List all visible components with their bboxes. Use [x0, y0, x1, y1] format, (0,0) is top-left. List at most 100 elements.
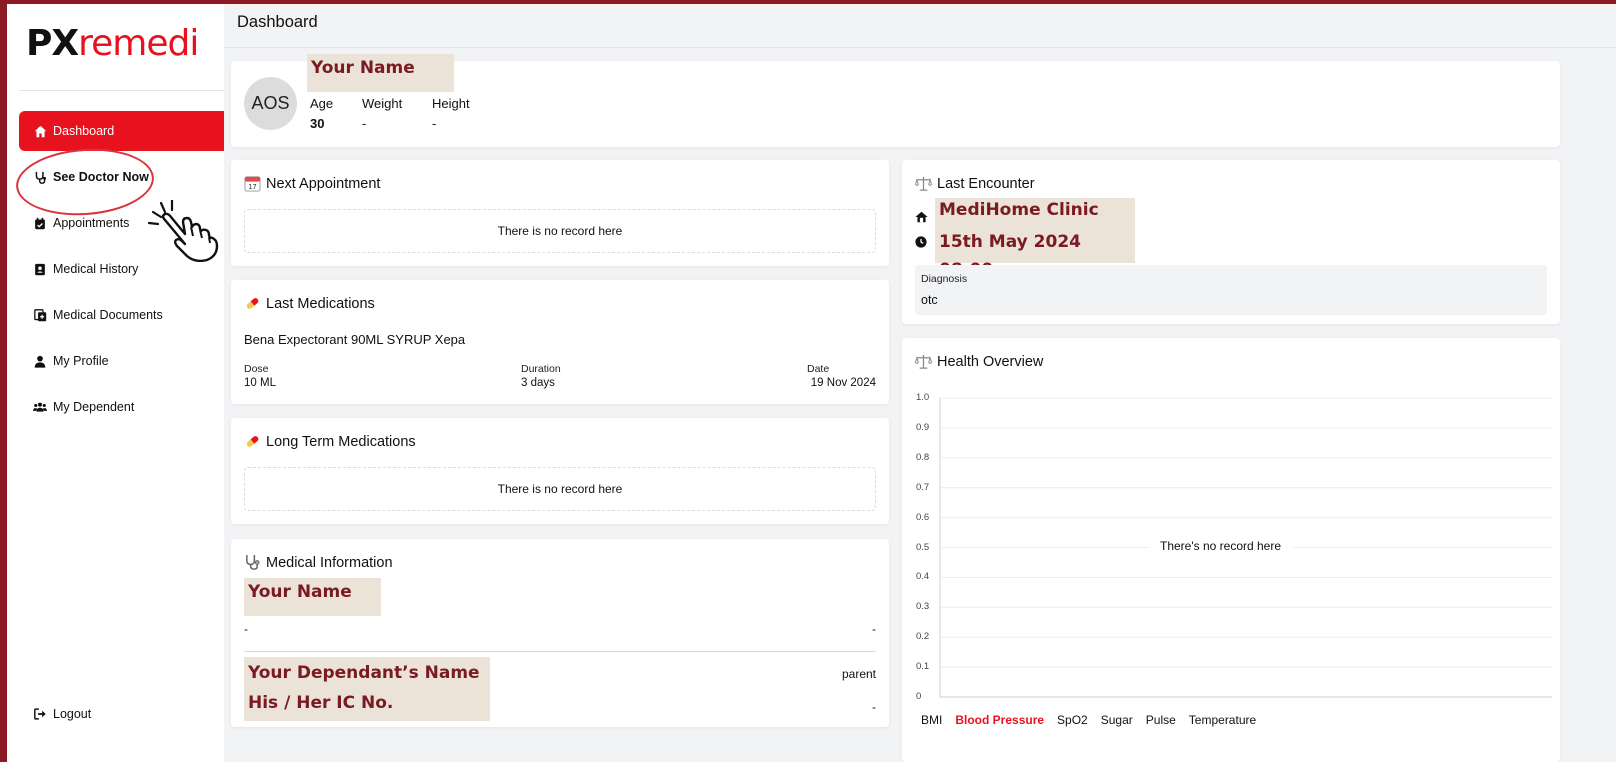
logout-icon [33, 707, 47, 721]
info-value-right: - [872, 622, 876, 636]
dependant-info: Your Dependant’s Name His / Her IC No. [244, 657, 490, 721]
y-tick-label: 0.3 [916, 601, 930, 613]
diagnosis-value: otc [921, 293, 938, 307]
card-title: Long Term Medications [244, 433, 416, 450]
sidebar: PXremedi Dashboard See Doctor Now Appoin… [7, 4, 224, 762]
pill-icon [244, 295, 261, 312]
empty-state: There is no record here [244, 467, 876, 511]
logout-button[interactable]: Logout [19, 694, 224, 734]
age-value: 30 [310, 116, 325, 131]
pointing-hand-icon [147, 200, 219, 262]
scale-icon [915, 175, 932, 192]
weight-label: Weight [362, 96, 403, 111]
sidebar-item-label: Medical History [53, 262, 139, 276]
diagnosis-label: Diagnosis [921, 273, 968, 285]
profile-name: Your Name [307, 54, 454, 92]
height-value: - [432, 116, 437, 131]
duration-value: 3 days [521, 377, 555, 389]
clinic-name: MediHome Clinic [939, 200, 1099, 220]
last-medications-card: Last Medications Bena Expectorant 90ML S… [231, 280, 889, 404]
card-title-text: Long Term Medications [266, 433, 416, 450]
clinic-icon [915, 210, 928, 228]
logo[interactable]: PXremedi [26, 23, 199, 64]
chart-tabs: BMI Blood Pressure SpO2 Sugar Pulse Temperatu… [921, 713, 1269, 727]
y-tick-label: 0.7 [916, 481, 930, 493]
sidebar-item-label: Appointments [53, 216, 130, 230]
page-title: Dashboard [237, 13, 318, 31]
history-book-icon [33, 262, 47, 276]
documents-icon [33, 308, 47, 322]
card-title-text: Next Appointment [266, 175, 381, 192]
chart-tab-bmi[interactable]: BMI [921, 713, 942, 727]
dose-value: 10 ML [244, 377, 276, 389]
sidebar-item-label: Dashboard [53, 124, 115, 138]
dependant-ic: His / Her IC No. [248, 693, 394, 713]
date-value: 19 Nov 2024 [810, 377, 876, 389]
chart-tab-temperature[interactable]: Temperature [1189, 713, 1256, 727]
y-tick-label: 0.8 [916, 451, 930, 463]
home-icon [33, 124, 47, 138]
date-label: Date [807, 363, 830, 375]
info-value-left: - [244, 622, 248, 636]
y-tick-label: 0 [916, 691, 922, 702]
card-title: Last Medications [244, 295, 375, 312]
sidebar-item-my-dependent[interactable]: My Dependent [19, 387, 224, 427]
card-title-text: Medical Information [266, 554, 393, 571]
duration-label: Duration [521, 363, 561, 375]
next-appointment-card: 17 Next Appointment There is no record h… [231, 160, 889, 266]
card-title: Last Encounter [915, 175, 1035, 192]
info-value-right-2: - [872, 700, 876, 714]
encounter-details: MediHome Clinic 15th May 2024 08:00 [935, 198, 1135, 280]
logo-part-2: remedi [78, 23, 199, 64]
card-title-text: Last Medications [266, 295, 375, 312]
sidebar-item-label: My Dependent [53, 400, 135, 414]
long-term-medications-card: Long Term Medications There is no record… [231, 418, 889, 524]
divider [244, 651, 876, 652]
health-overview-card: Health Overview 0 0.1 0.2 0.3 0.4 0.5 0.6 0.7 0.… [902, 338, 1560, 762]
diagnosis-box: Diagnosis otc [915, 265, 1547, 315]
y-tick-label: 0.2 [916, 631, 930, 643]
user-icon [33, 354, 47, 368]
profile-card: AOS Your Name Age 30 Weight - Height - [231, 54, 1560, 147]
card-title: 17 Next Appointment [244, 175, 380, 192]
encounter-datetime: 15th May 2024 08:00 [939, 232, 1081, 280]
chart-tab-sugar[interactable]: Sugar [1101, 713, 1133, 727]
y-tick-label: 0.1 [916, 661, 930, 673]
last-encounter-card: Last Encounter MediHome Clinic 15th May … [902, 160, 1560, 324]
y-tick-label: 0.4 [916, 571, 930, 583]
chart-tab-blood-pressure[interactable]: Blood Pressure [955, 713, 1044, 727]
svg-text:17: 17 [248, 183, 256, 191]
stethoscope-icon [244, 554, 261, 571]
y-tick-label: 1.0 [916, 392, 930, 403]
logo-part-1: PX [26, 23, 79, 64]
users-icon [33, 400, 47, 414]
sidebar-item-label: Medical Documents [53, 308, 163, 322]
chart-empty-state: There's no record here [1148, 539, 1294, 553]
app-frame: PXremedi Dashboard See Doctor Now Appoin… [7, 4, 1616, 762]
chart-tab-pulse[interactable]: Pulse [1146, 713, 1176, 727]
card-title-text: Last Encounter [937, 175, 1035, 192]
avatar: AOS [244, 77, 297, 130]
dependant-name: Your Dependant’s Name [248, 663, 480, 683]
sidebar-item-my-profile[interactable]: My Profile [19, 341, 224, 381]
medical-information-card: Medical Information Your Name - - Your D… [231, 539, 889, 727]
sidebar-item-dashboard[interactable]: Dashboard [19, 111, 224, 151]
weight-value: - [362, 116, 367, 131]
sidebar-item-medical-documents[interactable]: Medical Documents [19, 295, 224, 335]
calendar-icon [33, 216, 47, 230]
logout-label: Logout [53, 707, 92, 721]
sidebar-item-label: My Profile [53, 354, 109, 368]
card-title: Medical Information [244, 554, 393, 571]
pill-icon [244, 433, 261, 450]
empty-state: There is no record here [244, 209, 876, 253]
divider [19, 90, 224, 91]
y-tick-label: 0.6 [916, 511, 930, 523]
clock-icon [915, 235, 927, 253]
relation-value: parent [841, 667, 876, 681]
age-label: Age [310, 96, 334, 111]
y-tick-label: 0.9 [916, 421, 930, 433]
top-bar: Dashboard [224, 4, 1616, 48]
medication-name: Bena Expectorant 90ML SYRUP Xepa [244, 332, 466, 347]
chart-tab-spo2[interactable]: SpO2 [1057, 713, 1088, 727]
y-tick-label: 0.5 [916, 541, 930, 553]
